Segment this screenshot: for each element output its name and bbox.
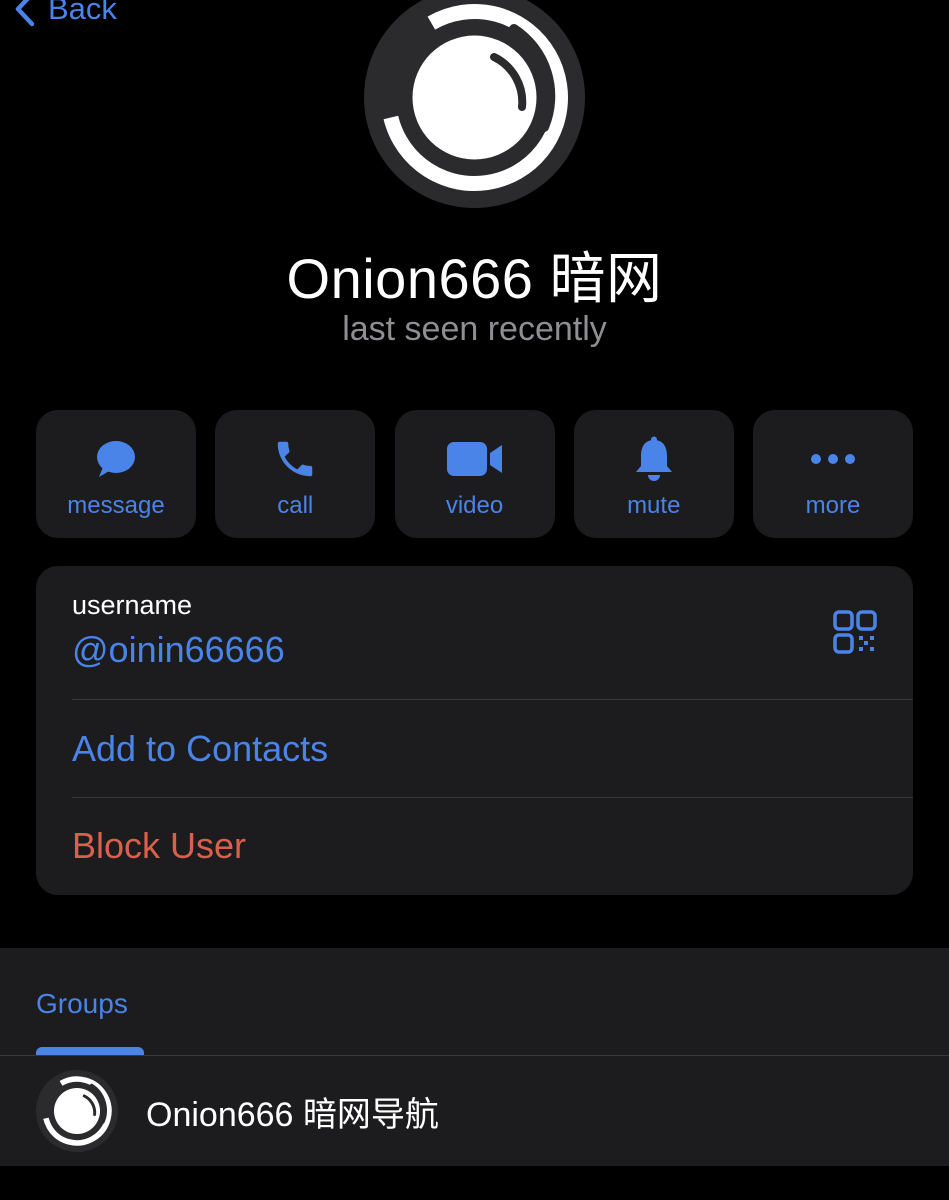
divider (72, 797, 913, 798)
call-button[interactable]: call (215, 410, 376, 538)
phone-icon (272, 434, 318, 484)
onion-logo-icon (369, 0, 580, 203)
video-camera-icon (446, 434, 504, 484)
tab-indicator (36, 1047, 144, 1055)
ellipsis-icon (809, 434, 857, 484)
group-avatar (36, 1070, 118, 1152)
more-label: more (805, 492, 861, 519)
profile-name: Onion666 暗网 (286, 247, 663, 310)
mute-label: mute (627, 492, 681, 519)
profile-status: last seen recently (342, 310, 607, 348)
back-button[interactable]: Back (14, 0, 117, 34)
bottom-strip (0, 1166, 949, 1200)
tab-groups[interactable]: Groups (36, 988, 128, 1020)
message-button[interactable]: message (36, 410, 196, 538)
username-label: username (72, 590, 193, 620)
onion-logo-icon (38, 1072, 116, 1150)
action-buttons: message call video mute more (36, 410, 913, 538)
block-user-button[interactable]: Block User (72, 825, 246, 867)
username-value[interactable]: @oinin66666 (72, 629, 285, 671)
mute-button[interactable]: mute (573, 410, 734, 538)
more-button[interactable]: more (753, 410, 913, 538)
qr-code-icon[interactable] (833, 610, 877, 659)
back-label: Back (48, 0, 117, 26)
username-row[interactable]: username @oinin66666 (72, 590, 285, 671)
add-to-contacts-button[interactable]: Add to Contacts (72, 728, 328, 770)
message-label: message (67, 492, 165, 519)
group-name: Onion666 暗网导航 (146, 1095, 439, 1134)
bell-icon (632, 434, 676, 484)
info-card: username @oinin66666 Add to Contacts Blo… (36, 566, 913, 895)
video-button[interactable]: video (394, 410, 555, 538)
divider (72, 699, 913, 700)
message-icon (95, 434, 137, 484)
profile-avatar[interactable] (364, 0, 585, 208)
chevron-left-icon (14, 0, 36, 27)
groups-section: Groups Onion666 暗网导航 (0, 948, 949, 1200)
video-label: video (445, 492, 504, 519)
group-list-item[interactable]: Onion666 暗网导航 (0, 1056, 949, 1166)
call-label: call (277, 492, 314, 519)
